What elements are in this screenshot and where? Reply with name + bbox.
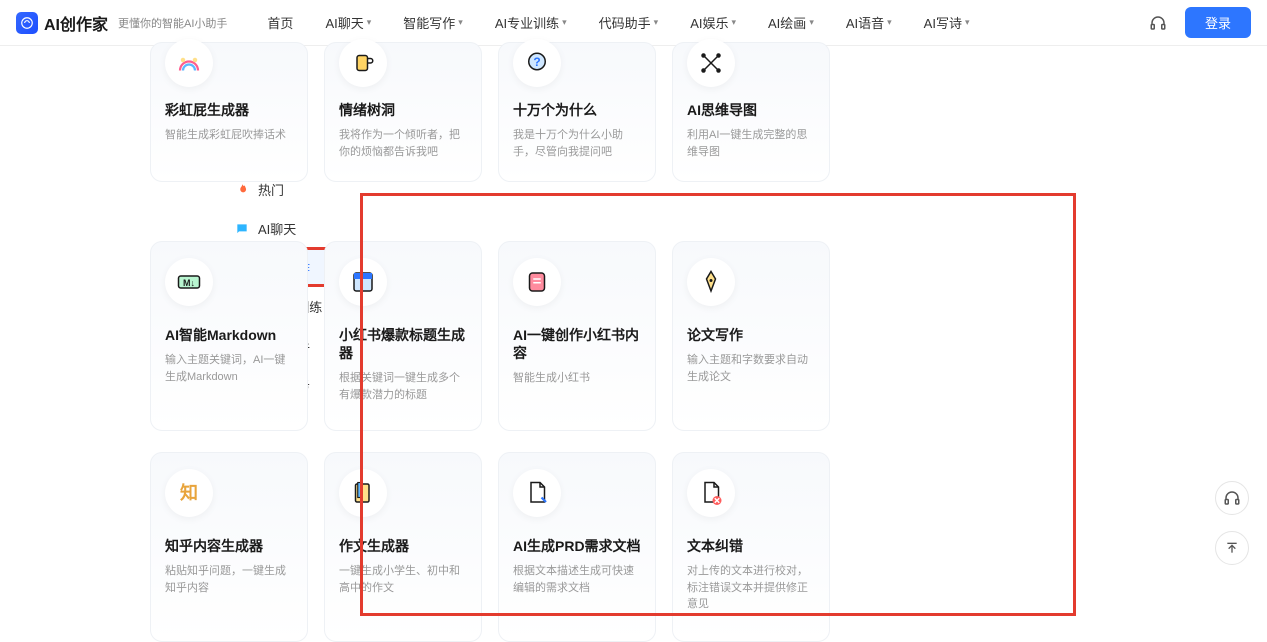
zhi-icon: 知 (165, 469, 213, 517)
nav-AI绘画[interactable]: AI绘画▾ (768, 13, 814, 32)
card-title: 十万个为什么 (513, 101, 641, 119)
nav-AI写诗[interactable]: AI写诗▾ (924, 13, 970, 32)
nav-label: 代码助手 (599, 13, 651, 32)
card-十万个为什么[interactable]: ? 十万个为什么我是十万个为什么小助手，尽管向我提问吧 (498, 42, 656, 182)
login-button[interactable]: 登录 (1185, 7, 1251, 38)
slogan: 更懂你的智能AI小助手 (118, 15, 227, 31)
pen-icon (687, 258, 735, 306)
nav-AI语音[interactable]: AI语音▾ (846, 13, 892, 32)
back-to-top-button[interactable] (1215, 531, 1249, 565)
nav: 首页AI聊天▾智能写作▾AI专业训练▾代码助手▾AI娱乐▾AI绘画▾AI语音▾A… (267, 13, 969, 32)
nav-AI娱乐[interactable]: AI娱乐▾ (690, 13, 736, 32)
mind-icon (687, 39, 735, 87)
svg-text:M↓: M↓ (183, 278, 195, 288)
card-desc: 智能生成彩虹屁吹捧话术 (165, 127, 293, 144)
chevron-down-icon: ▾ (367, 17, 372, 28)
rainbow-icon (165, 39, 213, 87)
sidebar-item-label: AI聊天 (258, 219, 296, 238)
nav-label: AI聊天 (325, 13, 363, 32)
nav-label: AI专业训练 (495, 13, 559, 32)
compose-icon (339, 469, 387, 517)
card-知乎内容生成器[interactable]: 知知乎内容生成器粘贴知乎问题，一键生成知乎内容 (150, 452, 308, 642)
svg-text:?: ? (533, 55, 540, 69)
nav-代码助手[interactable]: 代码助手▾ (599, 13, 659, 32)
card-情绪树洞[interactable]: 情绪树洞我将作为一个倾听者，把你的烦恼都告诉我吧 (324, 42, 482, 182)
sidebar-item-label: 热门 (258, 180, 284, 199)
card-title: AI思维导图 (687, 101, 815, 119)
chevron-down-icon: ▾ (809, 17, 814, 28)
chat-icon (234, 221, 250, 237)
nav-label: AI娱乐 (690, 13, 728, 32)
docx-icon (687, 469, 735, 517)
logo[interactable]: AI创作家 (16, 11, 108, 35)
window-icon (339, 258, 387, 306)
doc-icon (513, 469, 561, 517)
header-right: 登录 (1149, 7, 1251, 38)
card-title: AI一键创作小红书内容 (513, 326, 641, 362)
card-小红书爆款标题生成器[interactable]: 小红书爆款标题生成器根据关键词一键生成多个有爆款潜力的标题 (324, 241, 482, 431)
chevron-down-icon: ▾ (731, 17, 736, 28)
card-title: 小红书爆款标题生成器 (339, 326, 467, 362)
card-AI一键创作小红书内容[interactable]: AI一键创作小红书内容智能生成小红书 (498, 241, 656, 431)
card-AI思维导图[interactable]: AI思维导图利用AI一键生成完整的思维导图 (672, 42, 830, 182)
card-desc: 利用AI一键生成完整的思维导图 (687, 127, 815, 160)
cup-icon (339, 39, 387, 87)
nav-AI聊天[interactable]: AI聊天 ▾ (325, 13, 371, 32)
chevron-down-icon: ▾ (562, 17, 567, 28)
chevron-down-icon: ▾ (654, 17, 659, 28)
card-AI生成PRD需求文档[interactable]: AI生成PRD需求文档根据文本描述生成可快速编辑的需求文档 (498, 452, 656, 642)
card-desc: 根据文本描述生成可快速编辑的需求文档 (513, 563, 641, 596)
float-buttons (1215, 481, 1249, 565)
card-AI智能Markdown[interactable]: M↓ AI智能Markdown 输入主题关键词，AI一键生成Markdown (150, 241, 308, 431)
card-文本纠错[interactable]: 文本纠错对上传的文本进行校对，标注错误文本并提供修正意见 (672, 452, 830, 642)
card-title: 文本纠错 (687, 537, 815, 555)
chevron-down-icon: ▾ (965, 17, 970, 28)
card-desc: 我是十万个为什么小助手，尽管向我提问吧 (513, 127, 641, 160)
nav-label: 智能写作 (403, 13, 455, 32)
nav-label: AI绘画 (768, 13, 806, 32)
card-title: AI智能Markdown (165, 326, 293, 344)
card-论文写作[interactable]: 论文写作输入主题和字数要求自动生成论文 (672, 241, 830, 431)
nav-智能写作[interactable]: 智能写作▾ (403, 13, 463, 32)
card-title: 知乎内容生成器 (165, 537, 293, 555)
nav-label: AI语音 (846, 13, 884, 32)
nav-label: 首页 (267, 13, 293, 32)
card-desc: 对上传的文本进行校对，标注错误文本并提供修正意见 (687, 563, 815, 613)
card-desc: 输入主题关键词，AI一键生成Markdown (165, 352, 293, 385)
note-icon (513, 258, 561, 306)
card-desc: 输入主题和字数要求自动生成论文 (687, 352, 815, 385)
card-title: 彩虹屁生成器 (165, 101, 293, 119)
card-title: 论文写作 (687, 326, 815, 344)
card-desc: 我将作为一个倾听者，把你的烦恼都告诉我吧 (339, 127, 467, 160)
logo-icon (16, 12, 38, 34)
nav-label: AI写诗 (924, 13, 962, 32)
card-title: 作文生成器 (339, 537, 467, 555)
support-button[interactable] (1215, 481, 1249, 515)
card-desc: 智能生成小红书 (513, 370, 641, 387)
chevron-down-icon: ▾ (458, 17, 463, 28)
headset-icon[interactable] (1149, 14, 1167, 32)
card-desc: 粘贴知乎问题，一键生成知乎内容 (165, 563, 293, 596)
nav-AI专业训练[interactable]: AI专业训练▾ (495, 13, 567, 32)
card-desc: 根据关键词一键生成多个有爆款潜力的标题 (339, 370, 467, 403)
fire-icon (234, 182, 250, 198)
nav-首页[interactable]: 首页 (267, 13, 293, 32)
card-title: 情绪树洞 (339, 101, 467, 119)
markdown-icon: M↓ (165, 258, 213, 306)
card-desc: 一键生成小学生、初中和高中的作文 (339, 563, 467, 596)
card-彩虹屁生成器[interactable]: 彩虹屁生成器智能生成彩虹屁吹捧话术 (150, 42, 308, 182)
logo-text: AI创作家 (44, 11, 108, 35)
card-作文生成器[interactable]: 作文生成器一键生成小学生、初中和高中的作文 (324, 452, 482, 642)
svg-text:知: 知 (180, 482, 198, 503)
question-icon: ? (513, 39, 561, 87)
chevron-down-icon: ▾ (887, 17, 892, 28)
card-title: AI生成PRD需求文档 (513, 537, 641, 555)
